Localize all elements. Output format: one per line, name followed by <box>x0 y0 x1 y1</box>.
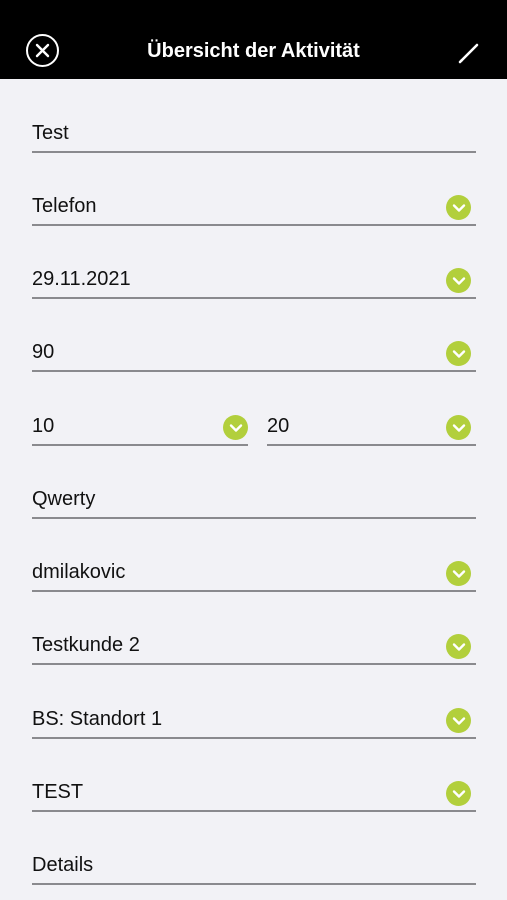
subject-value: Test <box>32 122 69 144</box>
customer-select[interactable]: Testkunde 2 <box>32 625 476 665</box>
chevron-down-icon <box>446 415 471 440</box>
user-value: dmilakovic <box>32 561 126 583</box>
time-from-value: 10 <box>32 415 55 437</box>
details-value: Details <box>32 854 94 876</box>
type-select[interactable]: Telefon <box>32 186 476 226</box>
edit-button[interactable] <box>456 40 482 66</box>
customer-value: Testkunde 2 <box>32 634 140 656</box>
details-field[interactable]: Details <box>32 845 476 885</box>
type-value: Telefon <box>32 195 97 217</box>
chevron-down-icon <box>446 561 471 586</box>
chevron-down-icon <box>446 268 471 293</box>
chevron-down-icon <box>223 415 248 440</box>
page-title: Übersicht der Aktivität <box>147 40 360 62</box>
location-value: BS: Standort 1 <box>32 708 163 730</box>
chevron-down-icon <box>446 708 471 733</box>
project-value: TEST <box>32 781 84 803</box>
time-from-select[interactable]: 10 <box>32 406 248 446</box>
duration-value: 90 <box>32 341 55 363</box>
duration-select[interactable]: 90 <box>32 332 476 372</box>
location-select[interactable]: BS: Standort 1 <box>32 699 476 739</box>
time-to-value: 20 <box>267 415 290 437</box>
subject-field[interactable]: Test <box>32 113 476 153</box>
header-bar: Übersicht der Aktivität <box>0 0 507 79</box>
time-to-select[interactable]: 20 <box>267 406 476 446</box>
chevron-down-icon <box>446 341 471 366</box>
chevron-down-icon <box>446 195 471 220</box>
chevron-down-icon <box>446 634 471 659</box>
date-select[interactable]: 29.11.2021 <box>32 259 476 299</box>
date-value: 29.11.2021 <box>32 268 131 290</box>
description-field[interactable]: Qwerty <box>32 479 476 519</box>
pencil-icon <box>458 43 479 64</box>
project-select[interactable]: TEST <box>32 772 476 812</box>
chevron-down-icon <box>446 781 471 806</box>
user-select[interactable]: dmilakovic <box>32 552 476 592</box>
description-value: Qwerty <box>32 488 96 510</box>
